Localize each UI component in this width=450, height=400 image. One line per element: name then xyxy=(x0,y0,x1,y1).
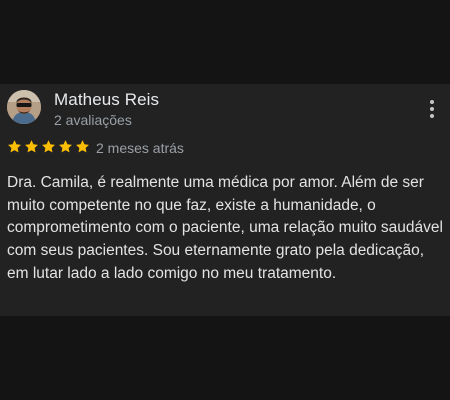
review-date: 2 meses atrás xyxy=(96,140,184,156)
avatar[interactable] xyxy=(7,90,41,124)
star-icon xyxy=(75,139,90,154)
more-vert-icon[interactable] xyxy=(420,97,444,121)
star-icon xyxy=(58,139,73,154)
rating-stars xyxy=(7,139,90,154)
review-card: Matheus Reis 2 avaliações 2 meses atrás … xyxy=(0,84,450,316)
author-name[interactable]: Matheus Reis xyxy=(54,90,159,110)
star-icon xyxy=(24,139,39,154)
star-icon xyxy=(7,139,22,154)
star-icon xyxy=(41,139,56,154)
review-text: Dra. Camila, é realmente uma médica por … xyxy=(7,174,443,282)
author-review-count: 2 avaliações xyxy=(54,112,132,128)
